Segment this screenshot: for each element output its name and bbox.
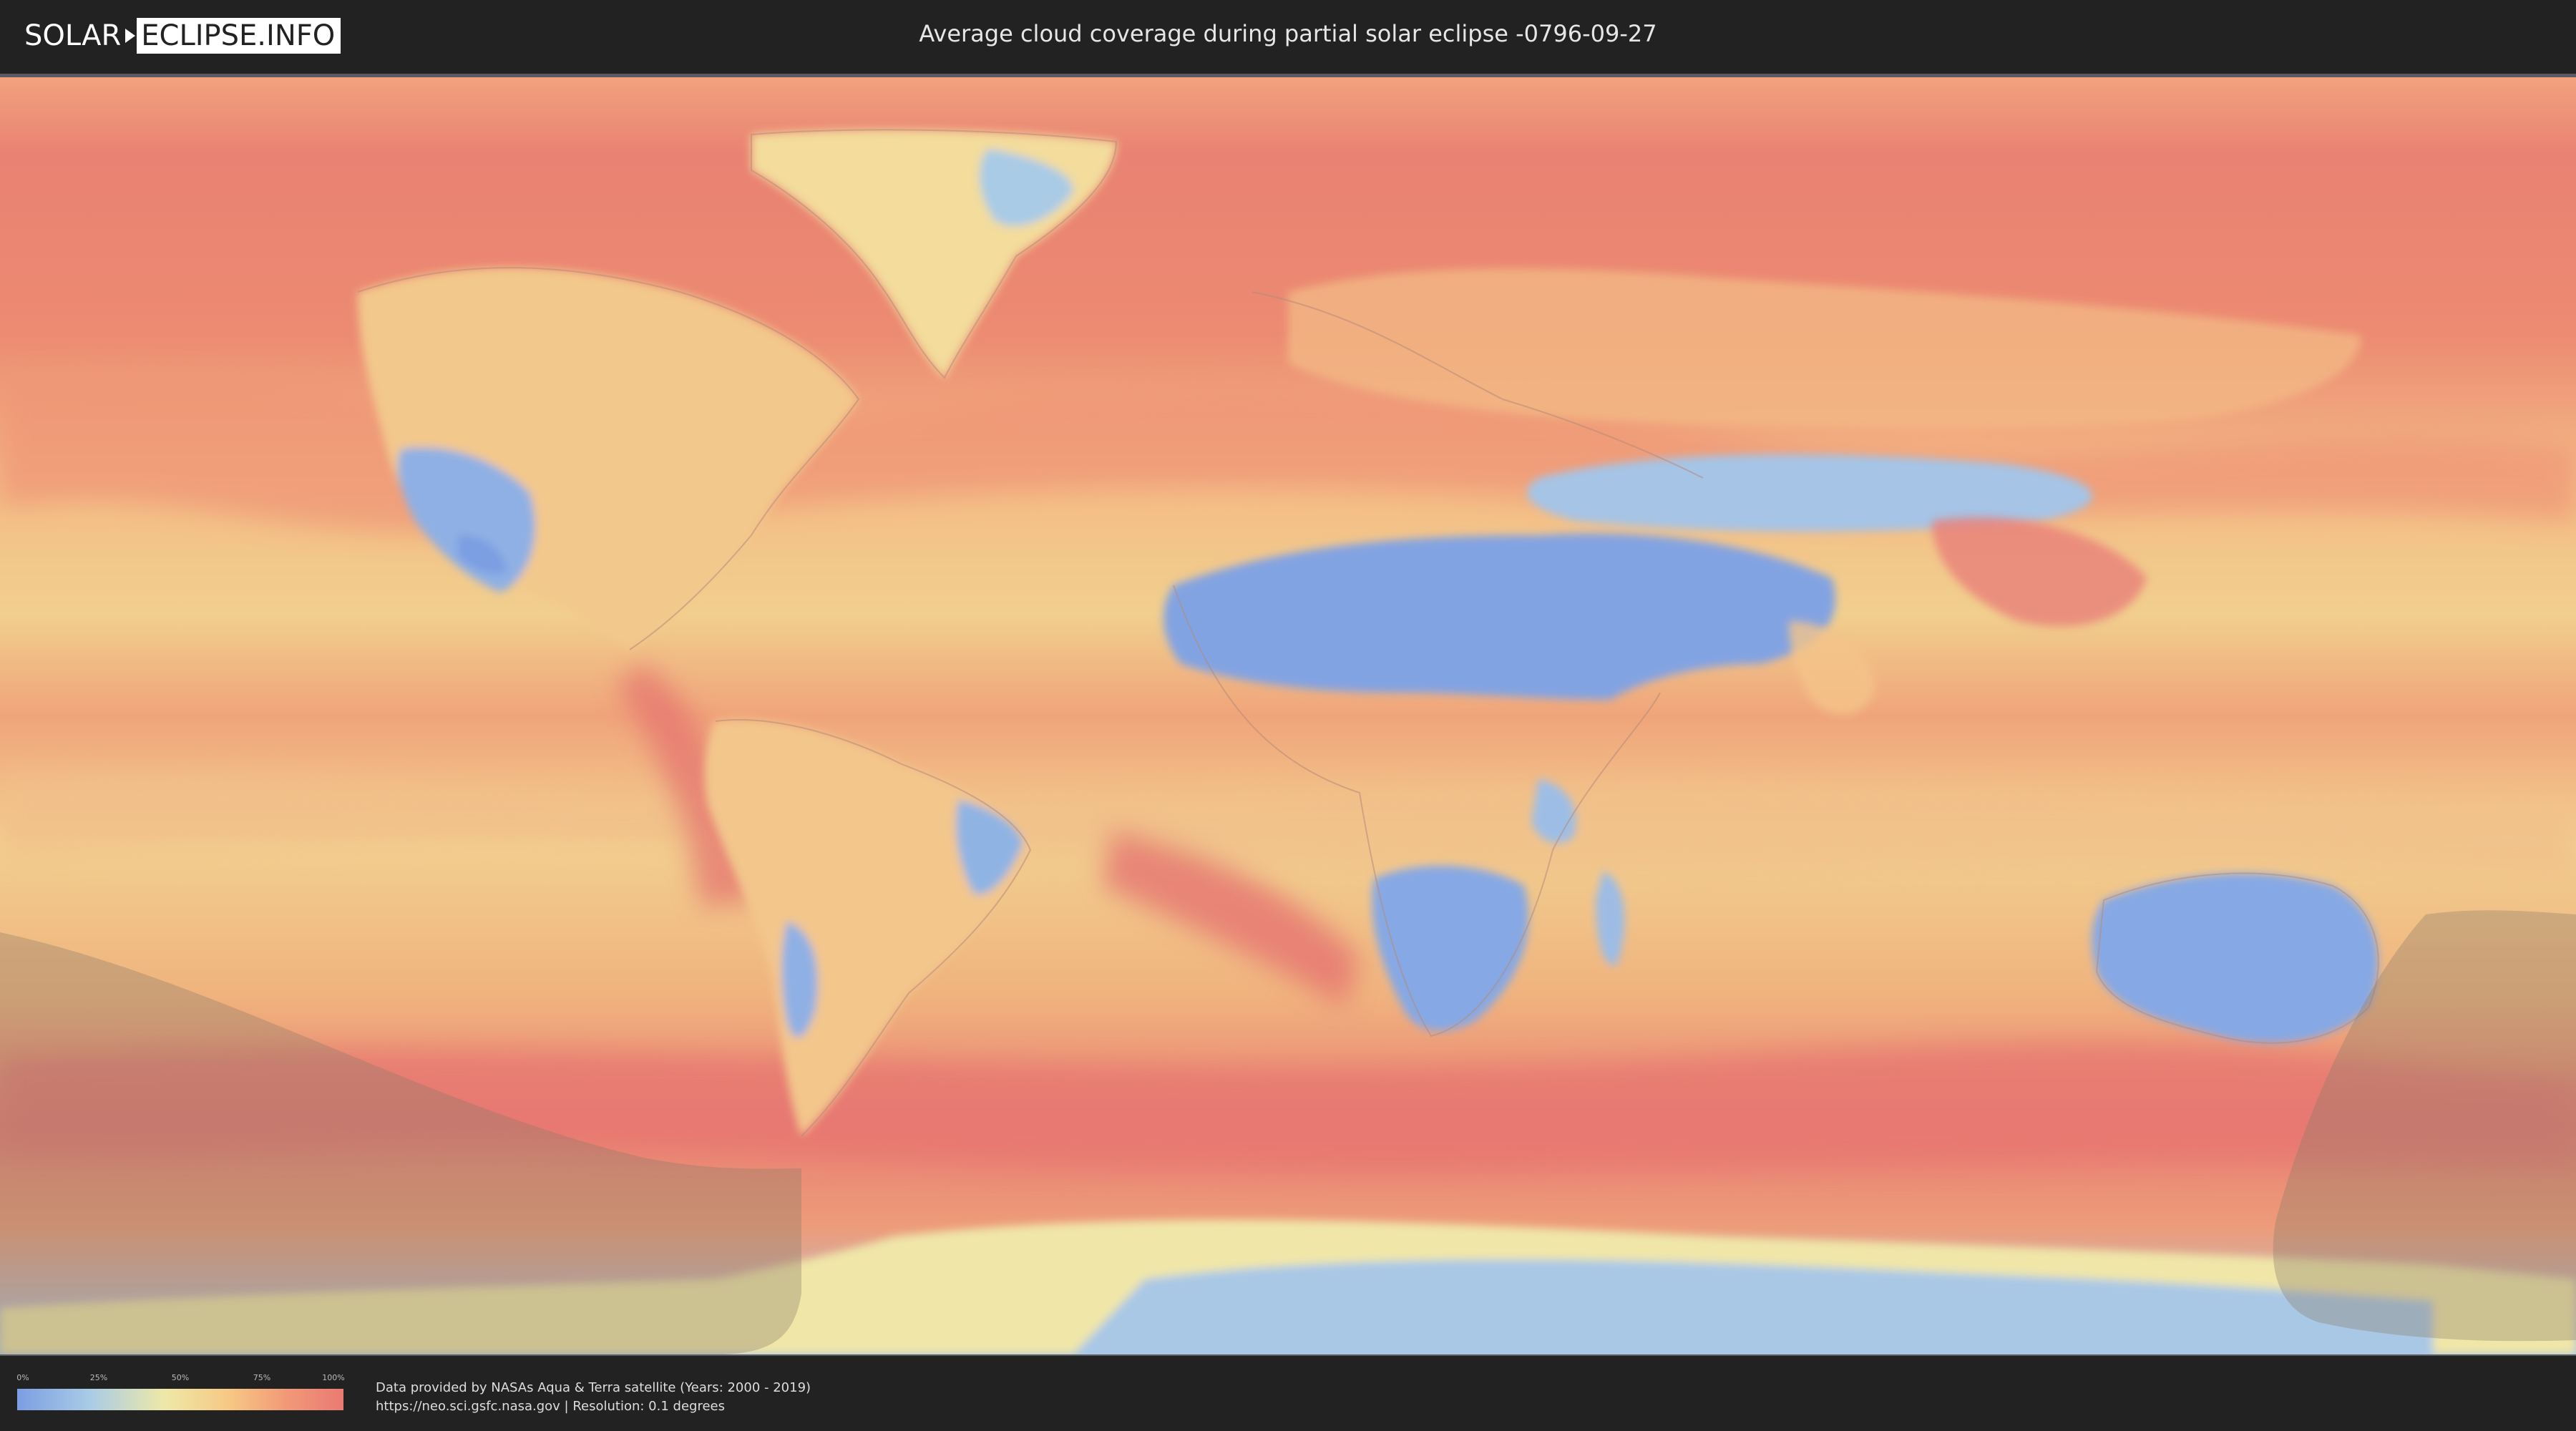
legend-ticks: 0% 25% 50% 75% 100%	[16, 1373, 345, 1384]
credit-line-url[interactable]: https://neo.sci.gsfc.nasa.gov | Resoluti…	[376, 1397, 811, 1416]
legend-tick-25: 25%	[89, 1373, 108, 1382]
credit-line-source: Data provided by NASAs Aqua & Terra sate…	[376, 1380, 811, 1395]
footer: 0% 25% 50% 75% 100% Data provided by NAS…	[0, 1357, 2576, 1431]
world-map-icon	[0, 77, 2576, 1354]
legend-gradient-bar	[17, 1389, 343, 1410]
legend-tick-0: 0%	[16, 1373, 29, 1382]
legend-tick-75: 75%	[253, 1373, 271, 1382]
color-legend: 0% 25% 50% 75% 100%	[16, 1373, 345, 1410]
page-title: Average cloud coverage during partial so…	[919, 20, 1657, 47]
legend-tick-100: 100%	[322, 1373, 345, 1382]
legend-tick-50: 50%	[171, 1373, 190, 1382]
cloud-coverage-map[interactable]	[0, 77, 2576, 1354]
data-credit: Data provided by NASAs Aqua & Terra sate…	[376, 1379, 811, 1416]
header: SOLAR ECLIPSE.INFO Average cloud coverag…	[0, 0, 2576, 72]
map-frame	[0, 74, 2576, 1356]
